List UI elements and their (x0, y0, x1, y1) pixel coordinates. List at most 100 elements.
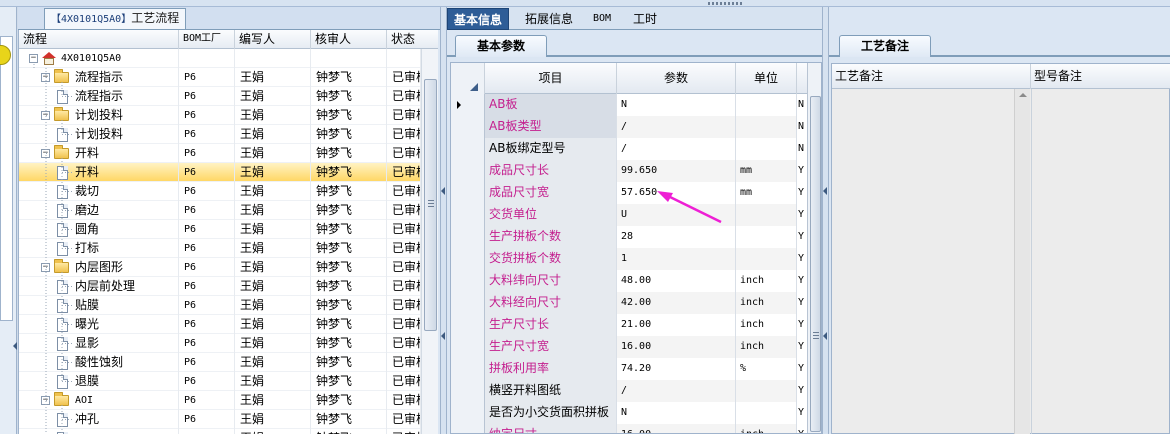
tree-node[interactable]: 圆角 (57, 220, 99, 239)
col-header-bom-factory[interactable]: BOM工厂 (179, 30, 235, 49)
row-indicator[interactable] (451, 270, 485, 292)
col-header-process-notes[interactable]: 工艺备注 (832, 64, 1031, 89)
param-row[interactable]: 生产尺寸长 21.00 inch Y (451, 314, 821, 336)
tree-node[interactable]: − 开料 (41, 144, 99, 163)
tree-node-cell[interactable]: − 内层图形 (19, 258, 179, 277)
tree-node[interactable]: 曝光 (57, 315, 99, 334)
param-unit-cell[interactable]: inch (736, 270, 797, 292)
tree-node[interactable]: 裁切 (57, 182, 99, 201)
param-value-cell[interactable]: 28 (617, 226, 736, 248)
param-unit-cell[interactable]: mm (736, 182, 797, 204)
param-unit-cell[interactable]: % (736, 358, 797, 380)
tree-row[interactable]: − AOI P6王娟钟梦飞已审核 (19, 391, 421, 410)
tree-node-cell[interactable]: 磨边 (19, 201, 179, 220)
tree-row[interactable]: 打标 P6王娟钟梦飞已审核 (19, 239, 421, 258)
param-unit-cell[interactable] (736, 380, 797, 402)
tree-node[interactable]: 打标 (57, 239, 99, 258)
tree-row[interactable]: − 内层图形 P6王娟钟梦飞已审核 (19, 258, 421, 277)
param-value-cell[interactable]: N (617, 94, 736, 116)
tree-node-cell[interactable]: 开料 (19, 163, 179, 182)
tree-node-cell[interactable]: 计划投料 (19, 125, 179, 144)
tree-node-cell[interactable]: 酸性蚀刻 (19, 353, 179, 372)
tree-node-cell[interactable] (19, 429, 179, 434)
param-value-cell[interactable]: U (617, 204, 736, 226)
col-header-status[interactable]: 状态 (387, 30, 438, 49)
tree-row[interactable]: 流程指示 P6王娟钟梦飞已审核 (19, 87, 421, 106)
tree-node-cell[interactable]: 圆角 (19, 220, 179, 239)
param-value-cell[interactable]: 57.650 (617, 182, 736, 204)
param-unit-cell[interactable] (736, 138, 797, 160)
param-value-cell[interactable]: / (617, 380, 736, 402)
tree-node[interactable]: − 计划投料 (41, 106, 123, 125)
row-indicator[interactable] (451, 380, 485, 402)
tree-node-cell[interactable]: 流程指示 (19, 87, 179, 106)
param-value-cell[interactable]: 21.00 (617, 314, 736, 336)
row-indicator[interactable] (451, 248, 485, 270)
param-value-cell[interactable]: / (617, 138, 736, 160)
row-indicator[interactable] (451, 424, 485, 433)
tree-row[interactable]: 裁切 P6王娟钟梦飞已审核 (19, 182, 421, 201)
param-value-cell[interactable]: 74.20 (617, 358, 736, 380)
tree-row[interactable]: 酸性蚀刻 P6王娟钟梦飞已审核 (19, 353, 421, 372)
param-unit-cell[interactable] (736, 226, 797, 248)
tree-node[interactable]: − AOI (41, 391, 93, 410)
row-indicator[interactable] (451, 160, 485, 182)
param-unit-cell[interactable] (736, 402, 797, 424)
left-splitter[interactable] (440, 7, 447, 434)
tab-process-notes[interactable]: 工艺备注 (839, 35, 931, 57)
param-row[interactable]: 生产拼板个数 28 Y (451, 226, 821, 248)
collapse-toggle-icon[interactable]: − (41, 149, 50, 158)
tab-work-hours[interactable]: 工时 (627, 8, 663, 30)
collapse-left-arrow-icon[interactable] (441, 187, 445, 195)
tree-row[interactable]: − 开料 P6王娟钟梦飞已审核 (19, 144, 421, 163)
param-unit-cell[interactable] (736, 204, 797, 226)
row-indicator[interactable] (451, 336, 485, 358)
tree-node[interactable]: 贴膜 (57, 296, 99, 315)
param-row[interactable]: AB板类型 / N (451, 116, 821, 138)
collapse-toggle-icon[interactable]: − (41, 73, 50, 82)
params-vertical-scrollbar[interactable] (807, 63, 821, 433)
tree-row[interactable]: 磨边 P6王娟钟梦飞已审核 (19, 201, 421, 220)
tree-node[interactable]: 内层前处理 (57, 277, 135, 296)
tree-row[interactable]: 冲孔 P6王娟钟梦飞已审核 (19, 410, 421, 429)
notes-vertical-scrollbar[interactable] (1014, 89, 1030, 434)
param-value-cell[interactable]: 16.00 (617, 336, 736, 358)
collapse-toggle-icon[interactable]: − (41, 396, 50, 405)
param-unit-cell[interactable] (736, 94, 797, 116)
col-header-model-notes[interactable]: 型号备注 (1031, 64, 1170, 89)
tree-node-cell[interactable]: − 开料 (19, 144, 179, 163)
tab-basic-info[interactable]: 基本信息 (447, 8, 510, 30)
tab-extended-info[interactable]: 拓展信息 (519, 8, 579, 30)
row-indicator[interactable] (451, 292, 485, 314)
tree-node-cell[interactable]: 冲孔 (19, 410, 179, 429)
tree-node-cell[interactable]: 裁切 (19, 182, 179, 201)
tree-scroll-thumb[interactable] (424, 79, 437, 331)
param-row[interactable]: 大料纬向尺寸 48.00 inch Y (451, 270, 821, 292)
col-header-parameter[interactable]: 参数 (617, 63, 736, 94)
tab-process-flow[interactable]: 【4X0101Q5A0】工艺流程 (44, 8, 187, 29)
param-unit-cell[interactable]: inch (736, 424, 797, 433)
param-row[interactable]: 生产尺寸宽 16.00 inch Y (451, 336, 821, 358)
collapse-right-arrow-icon[interactable] (823, 332, 827, 340)
tree-node-cell[interactable]: − 计划投料 (19, 106, 179, 125)
tree-node[interactable]: 酸性蚀刻 (57, 353, 123, 372)
param-value-cell[interactable]: 16.00 (617, 424, 736, 433)
row-indicator[interactable] (451, 204, 485, 226)
tree-node[interactable]: − 4X0101Q5A0 (29, 49, 121, 68)
tree-node-cell[interactable]: − AOI (19, 391, 179, 410)
param-row[interactable]: 交货拼板个数 1 Y (451, 248, 821, 270)
param-value-cell[interactable]: 99.650 (617, 160, 736, 182)
row-indicator[interactable] (451, 226, 485, 248)
collapse-toggle-icon[interactable]: − (29, 54, 38, 63)
col-header-writer[interactable]: 编写人 (235, 30, 311, 49)
col-header-unit[interactable]: 单位 (736, 63, 797, 94)
param-row[interactable]: 横竖开料图纸 / Y (451, 380, 821, 402)
tree-node-cell[interactable]: − 流程指示 (19, 68, 179, 87)
tree-row[interactable]: 开料 P6王娟钟梦飞已审核 (19, 163, 421, 182)
param-unit-cell[interactable] (736, 248, 797, 270)
scroll-up-arrow-icon[interactable] (1019, 93, 1027, 97)
tree-node-cell[interactable]: 退膜 (19, 372, 179, 391)
tree-row[interactable]: 退膜 P6王娟钟梦飞已审核 (19, 372, 421, 391)
param-unit-cell[interactable] (736, 116, 797, 138)
tree-row[interactable]: 内层前处理 P6王娟钟梦飞已审核 (19, 277, 421, 296)
